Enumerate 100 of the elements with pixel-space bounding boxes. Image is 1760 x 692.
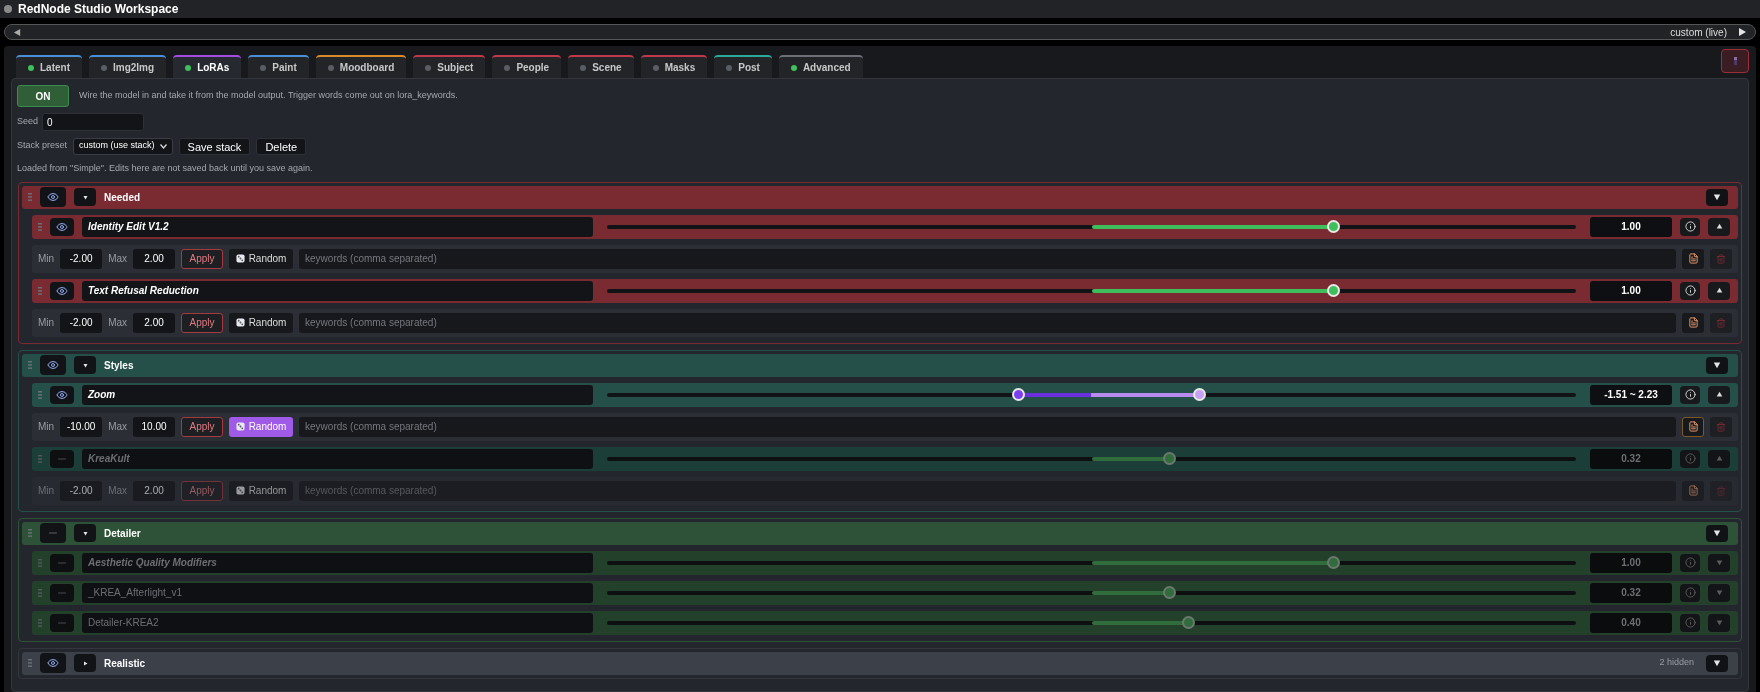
drag-handle-icon[interactable]	[38, 390, 42, 399]
drag-handle-icon[interactable]	[38, 454, 42, 463]
lora-name-field[interactable]: _KREA_Afterlight_v1	[82, 582, 593, 603]
min-field[interactable]: -2.00	[60, 480, 103, 501]
weight-value-field[interactable]: -1.51 ~ 2.23	[1590, 384, 1672, 405]
lora-name-field[interactable]: Aesthetic Quality Modifiers	[82, 552, 593, 573]
min-field[interactable]: -2.00	[60, 248, 103, 269]
notes-button[interactable]	[1682, 480, 1704, 501]
tab[interactable]: Img2Img	[89, 55, 167, 78]
alert-button[interactable]	[1721, 49, 1749, 73]
slider-thumb[interactable]	[1162, 586, 1176, 599]
slider-thumb[interactable]	[1327, 556, 1341, 569]
weight-value-field[interactable]: 0.32	[1590, 448, 1672, 469]
delete-button[interactable]	[1710, 416, 1732, 437]
menu-button[interactable]	[1706, 524, 1728, 542]
visibility-toggle[interactable]	[40, 653, 66, 673]
keywords-field[interactable]: keywords (comma separated)	[299, 416, 1676, 437]
slider-thumb[interactable]	[1181, 616, 1195, 629]
slider-thumb[interactable]	[1162, 452, 1176, 465]
collapse-toggle[interactable]	[74, 524, 96, 542]
collapse-toggle[interactable]	[74, 654, 96, 672]
max-field[interactable]: 2.00	[133, 248, 176, 269]
expand-toggle[interactable]	[1708, 281, 1730, 300]
tab[interactable]: LoRAs	[173, 55, 242, 78]
visibility-toggle[interactable]	[40, 523, 66, 543]
lora-name-field[interactable]: Detailer-KREA2	[82, 612, 593, 633]
tab[interactable]: Latent	[16, 55, 82, 78]
visibility-toggle[interactable]	[50, 583, 74, 602]
menu-button[interactable]	[1706, 356, 1728, 374]
keywords-field[interactable]: keywords (comma separated)	[299, 480, 1676, 501]
lora-name-field[interactable]: Text Refusal Reduction	[82, 280, 593, 301]
keywords-field[interactable]: keywords (comma separated)	[299, 312, 1676, 333]
tab[interactable]: Paint	[248, 55, 309, 78]
min-field[interactable]: -2.00	[60, 312, 103, 333]
seed-field[interactable]: 0	[42, 113, 145, 131]
visibility-toggle[interactable]	[50, 217, 74, 236]
keywords-field[interactable]: keywords (comma separated)	[299, 248, 1676, 269]
delete-button[interactable]	[1710, 248, 1732, 269]
expand-toggle[interactable]	[1708, 449, 1730, 468]
weight-value-field[interactable]: 0.40	[1590, 612, 1672, 633]
expand-toggle[interactable]	[1708, 385, 1730, 404]
drag-handle-icon[interactable]	[28, 361, 32, 369]
drag-handle-icon[interactable]	[28, 529, 32, 537]
info-button[interactable]	[1680, 385, 1700, 404]
random-button[interactable]: Random	[229, 248, 294, 269]
min-field[interactable]: -10.00	[60, 416, 103, 437]
drag-handle-icon[interactable]	[38, 618, 42, 627]
random-button[interactable]: Random	[229, 416, 294, 437]
power-button[interactable]: ON	[17, 85, 69, 107]
apply-button[interactable]: Apply	[181, 312, 224, 333]
preset-carousel[interactable]: custom (live)	[4, 24, 1756, 40]
menu-button[interactable]	[1706, 654, 1728, 672]
tab[interactable]: Masks	[640, 55, 708, 78]
drag-handle-icon[interactable]	[38, 558, 42, 567]
random-button[interactable]: Random	[229, 480, 294, 501]
expand-toggle[interactable]	[1708, 553, 1730, 572]
visibility-toggle[interactable]	[50, 449, 74, 468]
apply-button[interactable]: Apply	[181, 248, 224, 269]
visibility-toggle[interactable]	[50, 281, 74, 300]
collapse-toggle[interactable]	[74, 356, 96, 374]
drag-handle-icon[interactable]	[38, 222, 42, 231]
notes-button[interactable]	[1682, 312, 1704, 333]
visibility-toggle[interactable]	[50, 553, 74, 572]
notes-button[interactable]	[1682, 248, 1704, 269]
delete-button[interactable]	[1710, 312, 1732, 333]
tab[interactable]: Post	[714, 55, 772, 78]
stack-action-button[interactable]: Save stack	[178, 137, 251, 155]
weight-value-field[interactable]: 1.00	[1590, 280, 1672, 301]
lora-name-field[interactable]: Zoom	[82, 384, 593, 405]
visibility-toggle[interactable]	[40, 355, 66, 375]
weight-value-field[interactable]: 1.00	[1590, 552, 1672, 573]
visibility-toggle[interactable]	[40, 187, 66, 207]
lora-name-field[interactable]: KreaKult	[82, 448, 593, 469]
expand-toggle[interactable]	[1708, 613, 1730, 632]
lora-name-field[interactable]: Identity Edit V1.2	[82, 216, 593, 237]
drag-handle-icon[interactable]	[38, 588, 42, 597]
drag-handle-icon[interactable]	[28, 193, 32, 201]
drag-handle-icon[interactable]	[28, 659, 32, 667]
expand-toggle[interactable]	[1708, 217, 1730, 236]
random-button[interactable]: Random	[229, 312, 294, 333]
notes-button[interactable]	[1682, 416, 1704, 437]
info-button[interactable]	[1680, 281, 1700, 300]
menu-button[interactable]	[1706, 188, 1728, 206]
visibility-toggle[interactable]	[50, 613, 74, 632]
stack-preset-dropdown[interactable]: custom (use stack)	[73, 137, 173, 155]
info-button[interactable]	[1680, 217, 1700, 236]
max-field[interactable]: 10.00	[133, 416, 176, 437]
tab[interactable]: Advanced	[778, 55, 863, 78]
max-field[interactable]: 2.00	[133, 312, 176, 333]
max-field[interactable]: 2.00	[133, 480, 176, 501]
drag-handle-icon[interactable]	[38, 286, 42, 295]
stack-action-button[interactable]: Delete	[256, 137, 307, 155]
apply-button[interactable]: Apply	[181, 416, 224, 437]
tab[interactable]: Scene	[568, 55, 634, 78]
tab[interactable]: People	[492, 55, 562, 78]
weight-value-field[interactable]: 0.32	[1590, 582, 1672, 603]
tab[interactable]: Subject	[413, 55, 486, 78]
weight-value-field[interactable]: 1.00	[1590, 216, 1672, 237]
tab[interactable]: Moodboard	[315, 55, 407, 78]
collapse-toggle[interactable]	[74, 188, 96, 206]
